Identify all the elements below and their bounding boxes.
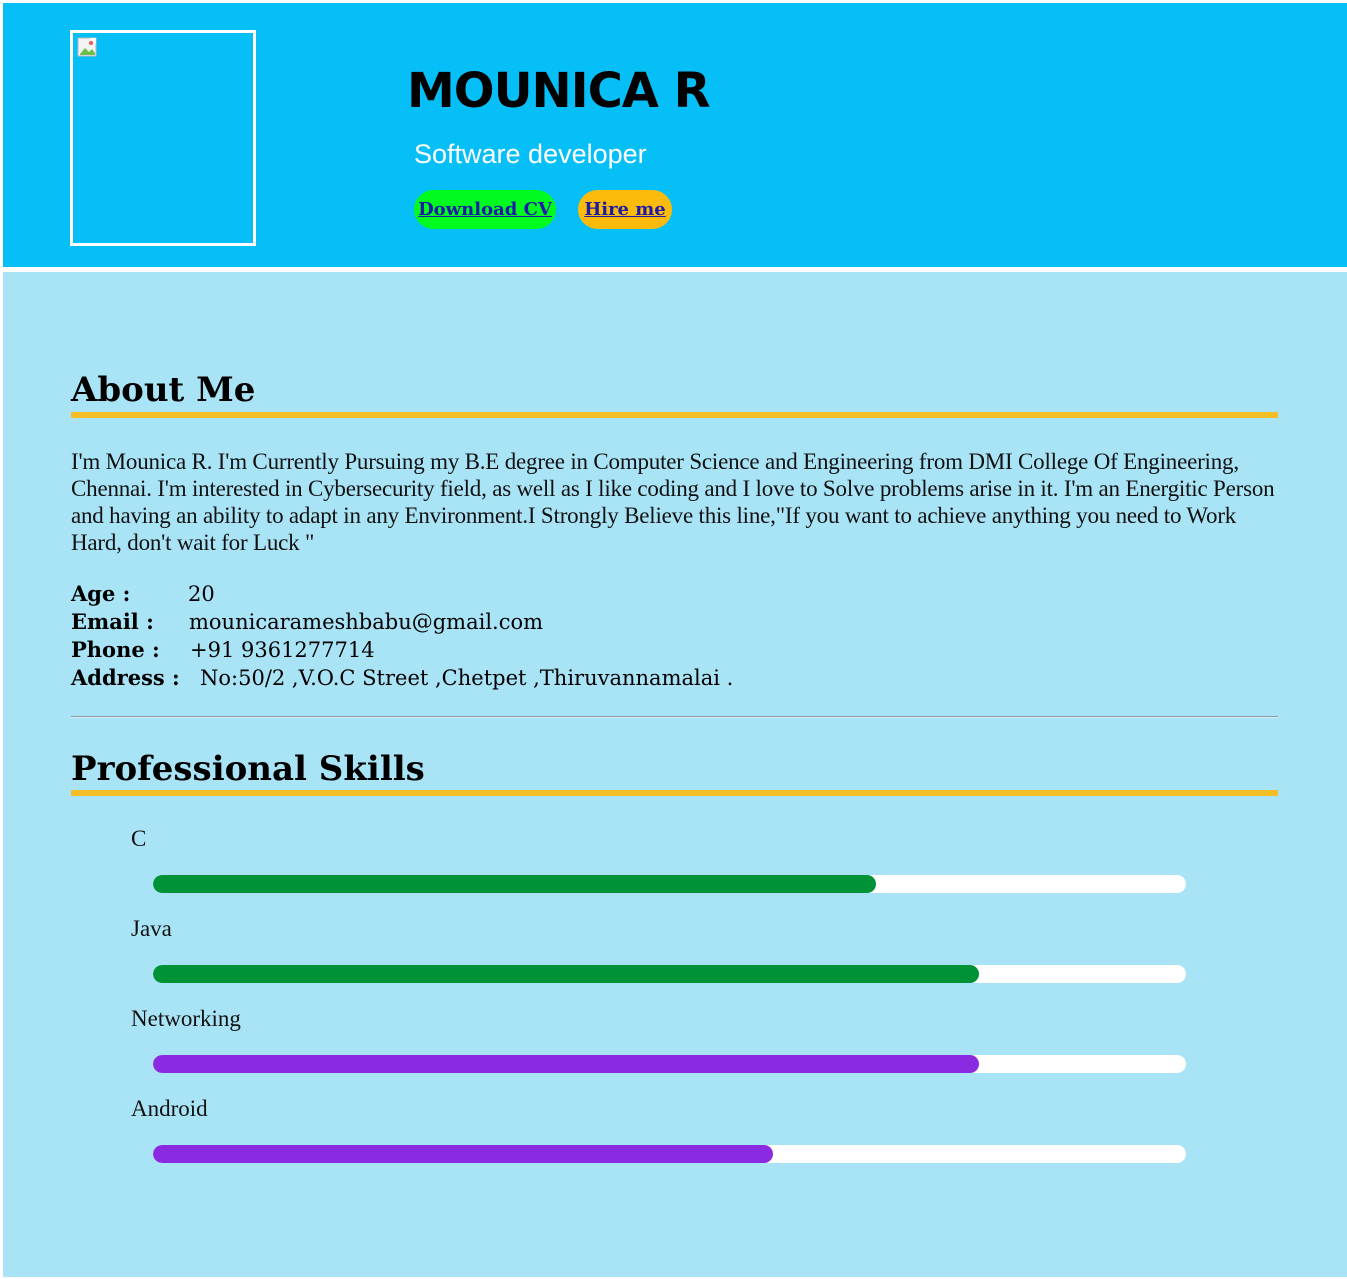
age-value: 20 [188, 582, 215, 606]
email-label: Email : [71, 609, 154, 634]
skill-name-c: C [131, 826, 147, 851]
email-value: mounicarameshbabu@gmail.com [189, 610, 544, 634]
broken-image-icon [77, 37, 97, 57]
profile-photo [70, 30, 256, 246]
skill-bar-android [153, 1145, 1186, 1163]
skill-bar-c [153, 875, 1186, 893]
info-row-email: Email : mounicarameshbabu@gmail.com [71, 608, 543, 636]
skill-bar-networking [153, 1055, 1186, 1073]
main-content: About Me I'm Mounica R. I'm Currently Pu… [3, 272, 1347, 1277]
phone-value: +91 9361277714 [190, 638, 375, 662]
profile-role: Software developer [414, 139, 647, 169]
info-row-phone: Phone : +91 9361277714 [71, 636, 375, 664]
info-row-address: Address : No:50/2 ,V.O.C Street ,Chetpet … [71, 664, 733, 692]
skill-name-java: Java [131, 916, 172, 941]
address-value: No:50/2 ,V.O.C Street ,Chetpet ,Thiruvan… [200, 666, 734, 690]
about-title: About Me [71, 370, 256, 410]
skills-title: Professional Skills [71, 749, 425, 789]
phone-label: Phone : [71, 637, 160, 662]
profile-name: MOUNICA R [407, 63, 711, 119]
download-cv-button[interactable]: Download CV [414, 190, 556, 229]
skills-title-underline [71, 790, 1278, 796]
skill-bar-java [153, 965, 1186, 983]
address-label: Address : [71, 665, 180, 690]
skill-bar-fill-c [153, 875, 877, 893]
about-title-underline [71, 412, 1278, 418]
about-paragraph: I'm Mounica R. I'm Currently Pursuing my… [71, 449, 1275, 555]
hire-me-button[interactable]: Hire me [578, 190, 672, 229]
info-row-age: Age : 20 [71, 580, 215, 608]
profile-header: MOUNICA R Software developer Download CV… [3, 3, 1347, 267]
skill-bar-fill-networking [153, 1055, 980, 1073]
skill-bar-fill-java [153, 965, 980, 983]
section-divider [71, 716, 1278, 718]
age-label: Age : [71, 581, 131, 606]
skill-name-networking: Networking [131, 1006, 241, 1031]
skill-bar-fill-android [153, 1145, 773, 1163]
skill-name-android: Android [131, 1096, 208, 1121]
